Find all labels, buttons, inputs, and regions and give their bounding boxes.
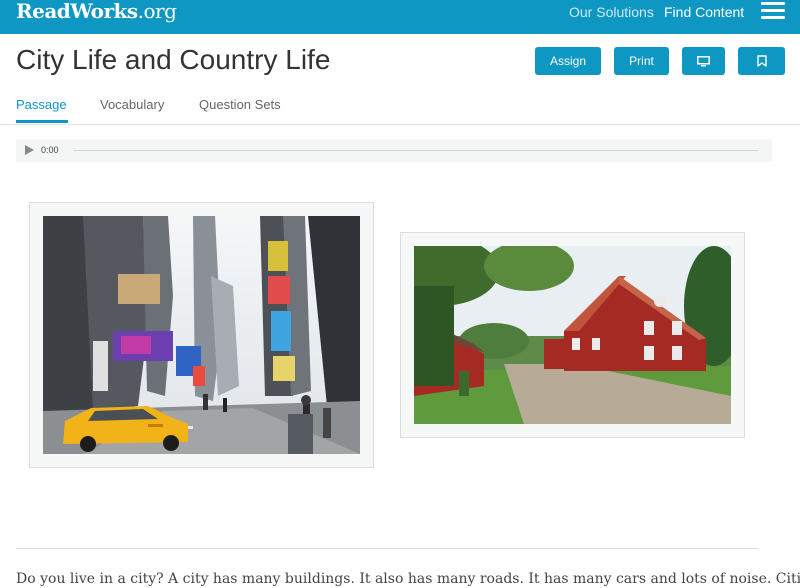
nav-link-find-content[interactable]: Find Content <box>664 4 744 20</box>
city-image-frame <box>29 202 374 468</box>
monitor-icon <box>697 55 710 66</box>
logo-main: ReadWorks <box>16 0 138 23</box>
play-icon[interactable] <box>25 145 34 155</box>
passage-text: Do you live in a city? A city has many b… <box>16 571 800 587</box>
header-divider <box>0 124 800 125</box>
tab-passage[interactable]: Passage <box>16 97 67 113</box>
passage-divider <box>16 548 758 549</box>
top-navigation-bar: ReadWorks.org Our Solutions Find Content <box>0 0 800 34</box>
country-image-frame <box>400 232 745 438</box>
bookmark-button[interactable] <box>738 47 785 75</box>
print-button[interactable]: Print <box>614 47 669 75</box>
page-title: City Life and Country Life <box>16 44 331 75</box>
bookmark-icon <box>756 55 767 67</box>
tab-vocabulary[interactable]: Vocabulary <box>100 97 164 113</box>
country-photo <box>414 246 731 424</box>
active-tab-indicator <box>16 120 68 123</box>
present-button[interactable] <box>682 47 725 75</box>
audio-player: 0:00 <box>16 139 772 162</box>
nav-link-our-solutions[interactable]: Our Solutions <box>569 4 654 20</box>
audio-progress-track[interactable] <box>74 150 758 151</box>
city-photo <box>43 216 360 454</box>
audio-time: 0:00 <box>41 145 59 155</box>
assign-button[interactable]: Assign <box>535 47 601 75</box>
hamburger-menu-icon[interactable] <box>761 2 785 20</box>
logo-suffix: .org <box>137 0 177 23</box>
readworks-logo[interactable]: ReadWorks.org <box>16 0 177 23</box>
tab-question-sets[interactable]: Question Sets <box>199 97 281 113</box>
